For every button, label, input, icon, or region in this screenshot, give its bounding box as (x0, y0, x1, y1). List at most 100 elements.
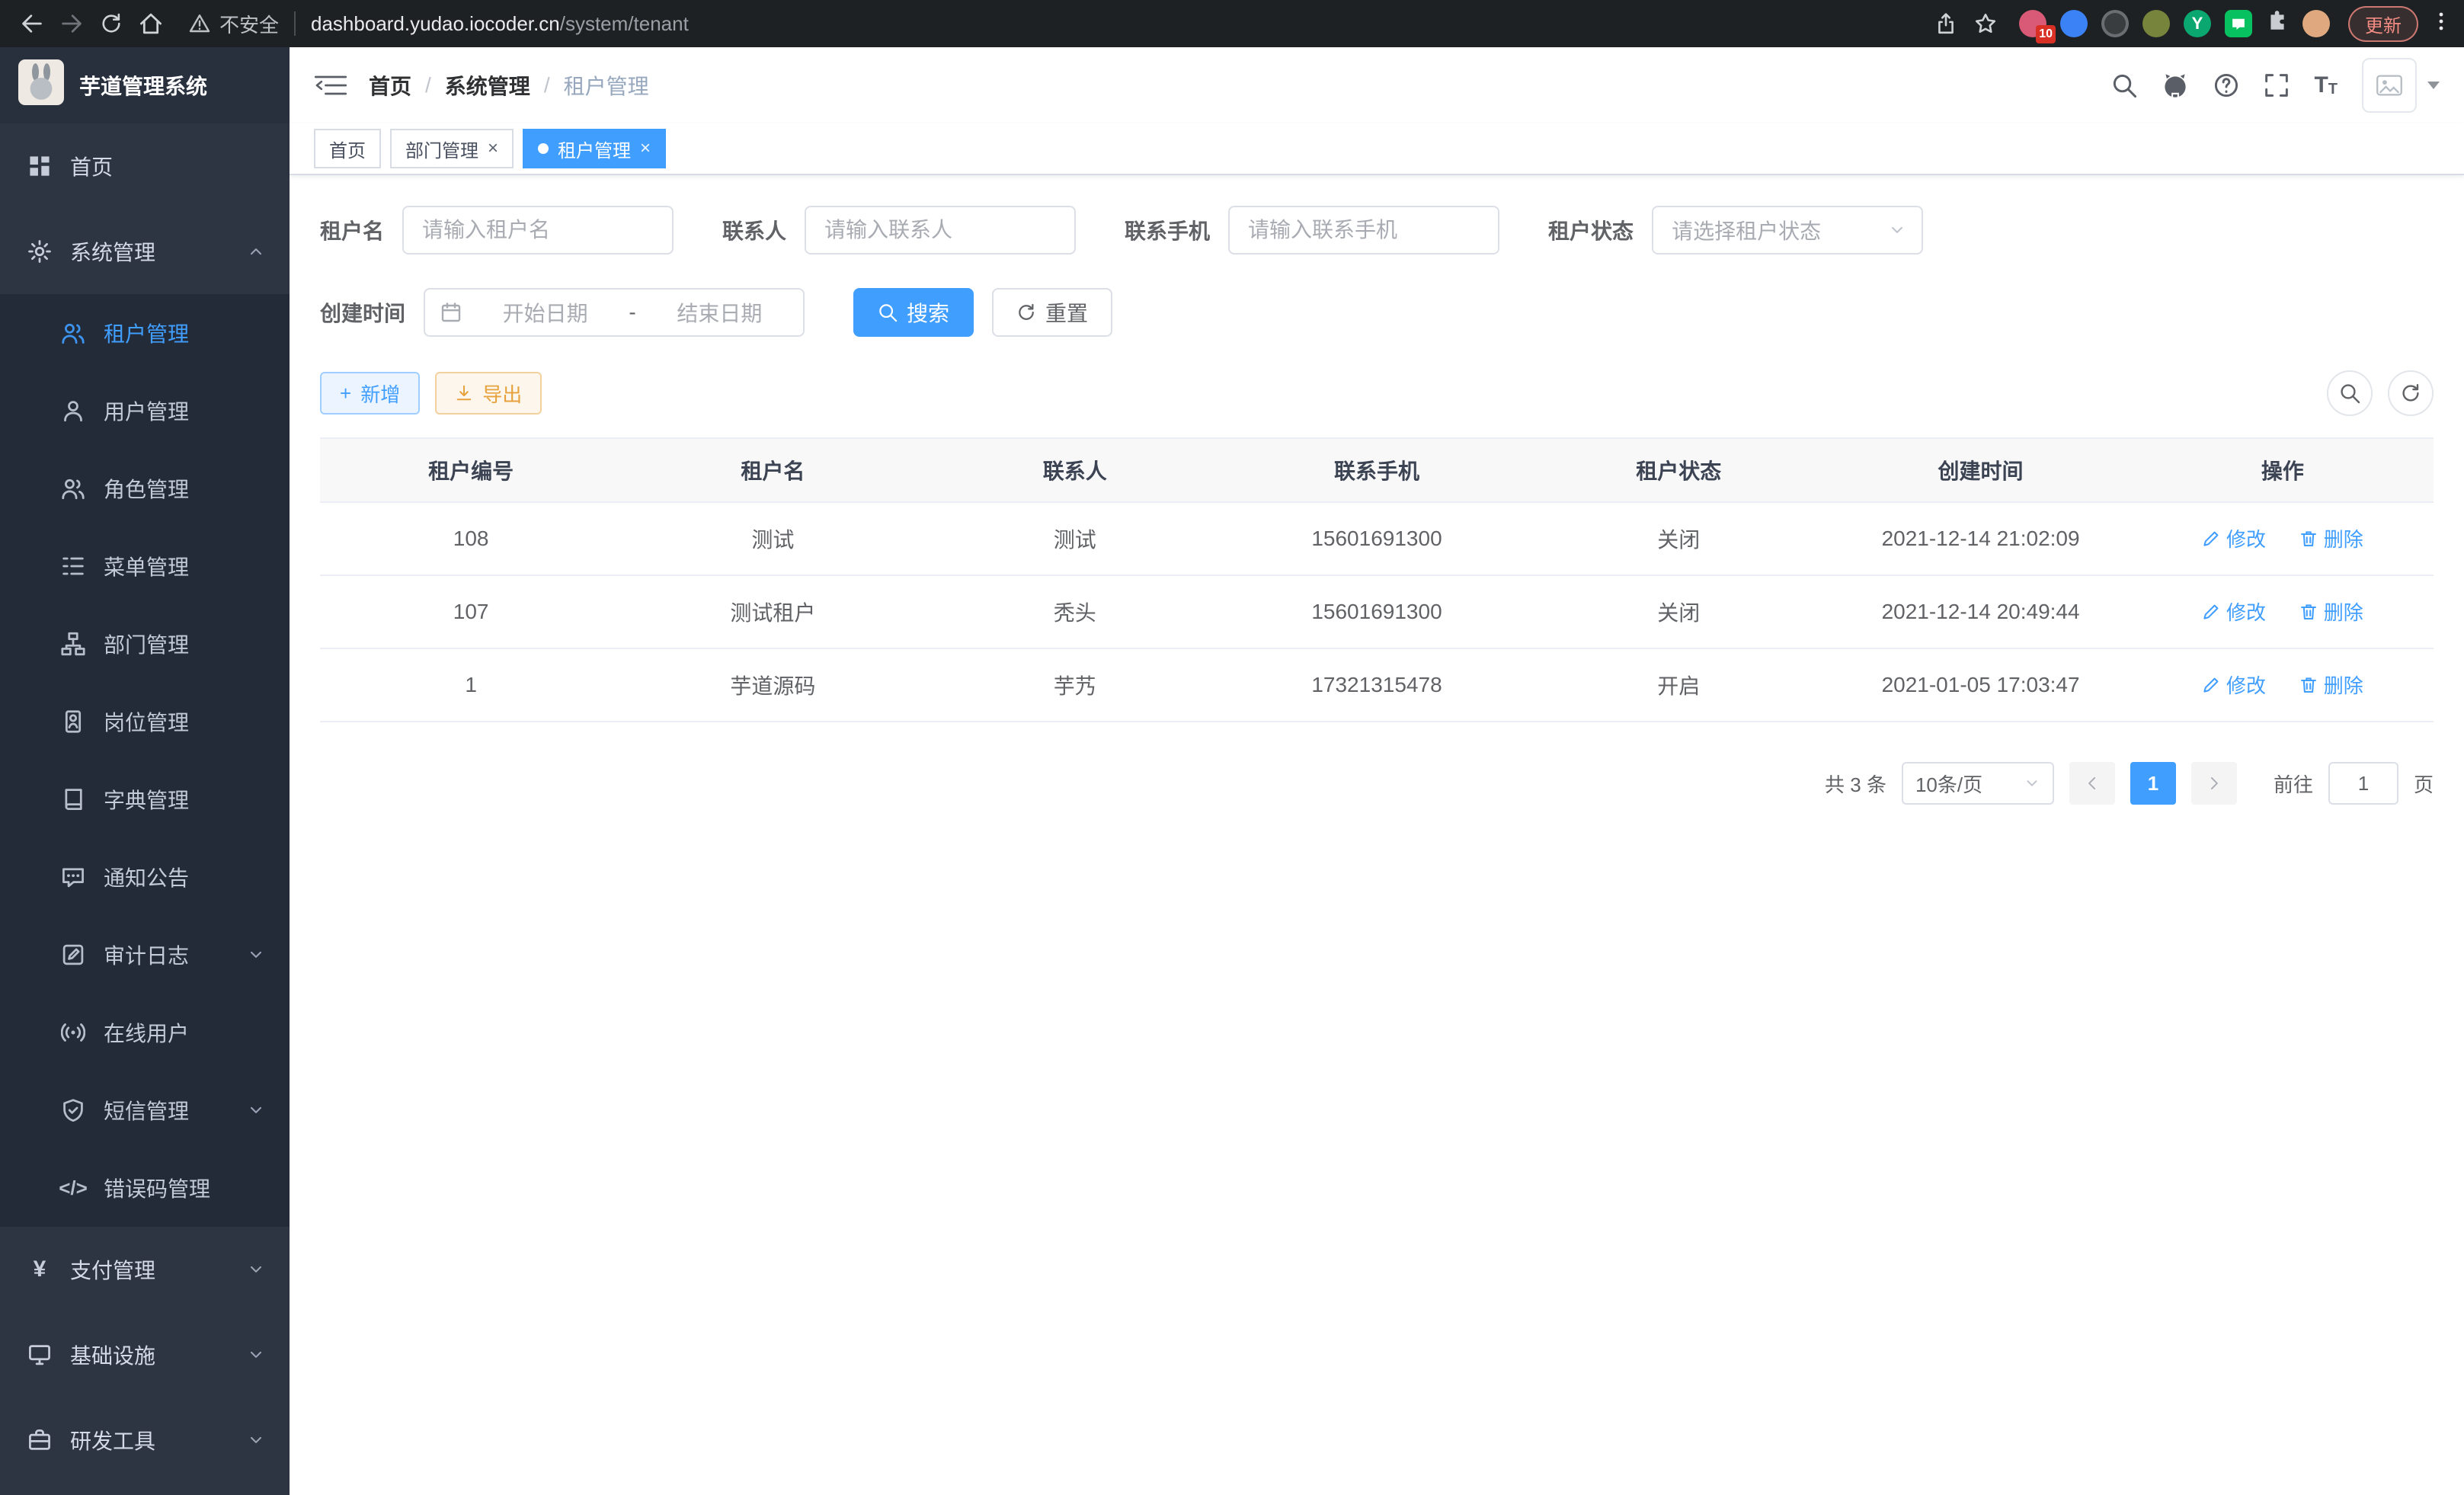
contact-input[interactable] (805, 206, 1076, 255)
sidebar-item-label: 在线用户 (104, 1017, 189, 1048)
site-security-chip[interactable]: 不安全 (189, 10, 279, 38)
cell-tenant-id: 1 (320, 673, 622, 697)
sidebar: 芋道管理系统 首页 系统管理 租户管理 用户管理 角色管理 (0, 47, 290, 1495)
sidebar-item-error-code[interactable]: </> 错误码管理 (0, 1149, 290, 1227)
page-number-button[interactable]: 1 (2130, 762, 2176, 805)
extension-icon-3[interactable] (2101, 10, 2129, 37)
cell-contact: 秃头 (924, 597, 1226, 627)
sidebar-item-tenant[interactable]: 租户管理 (0, 294, 290, 372)
github-icon[interactable] (2162, 72, 2189, 99)
breadcrumb-home[interactable]: 首页 (369, 70, 411, 101)
tab-home[interactable]: 首页 (314, 129, 381, 168)
column-header: 租户状态 (1528, 455, 1829, 485)
sidebar-item-home[interactable]: 首页 (0, 123, 290, 209)
phone-input[interactable] (1228, 206, 1499, 255)
share-icon[interactable] (1926, 4, 1966, 43)
sidebar-item-devtools[interactable]: 研发工具 (0, 1397, 290, 1483)
chevron-down-icon (247, 1260, 265, 1279)
sidebar-item-label: 系统管理 (70, 236, 155, 267)
sidebar-item-role[interactable]: 角色管理 (0, 450, 290, 527)
breadcrumb-separator: / (425, 73, 431, 98)
cell-tenant-name: 测试 (622, 523, 923, 554)
sidebar-item-label: 短信管理 (104, 1095, 189, 1125)
extension-icon-4[interactable] (2142, 10, 2170, 37)
extension-letter: Y (2192, 14, 2203, 34)
date-range-picker[interactable]: 开始日期 - 结束日期 (424, 288, 805, 337)
divider (294, 11, 296, 36)
contact-label: 联系人 (722, 215, 786, 245)
browser-update-button[interactable]: 更新 (2348, 6, 2418, 42)
add-button[interactable]: + 新增 (320, 372, 420, 415)
goto-page-input[interactable] (2328, 762, 2398, 805)
extension-icon-7[interactable] (2302, 10, 2330, 37)
home-icon[interactable] (131, 4, 171, 43)
status-label: 租户状态 (1548, 215, 1634, 245)
status-select[interactable]: 请选择租户状态 (1652, 206, 1923, 255)
user-menu[interactable] (2362, 58, 2440, 113)
sidebar-item-system[interactable]: 系统管理 (0, 209, 290, 294)
browser-menu-icon[interactable] (2430, 11, 2452, 37)
edit-button[interactable]: 修改 (2202, 524, 2266, 552)
font-size-icon[interactable]: TT (2314, 74, 2338, 97)
goto-label: 前往 (2274, 770, 2313, 798)
close-icon[interactable]: × (488, 139, 498, 158)
reset-button[interactable]: 重置 (992, 288, 1112, 337)
sidebar-item-user[interactable]: 用户管理 (0, 372, 290, 450)
bookmark-star-icon[interactable] (1966, 4, 2005, 43)
tenant-name-input[interactable] (402, 206, 674, 255)
edit-button[interactable]: 修改 (2202, 671, 2266, 699)
broadcast-icon (61, 1020, 85, 1045)
search-button[interactable]: 搜索 (853, 288, 974, 337)
sidebar-item-post[interactable]: 岗位管理 (0, 683, 290, 760)
page-size-select[interactable]: 10条/页 (1902, 762, 2054, 805)
delete-button[interactable]: 删除 (2299, 524, 2363, 552)
breadcrumb-section[interactable]: 系统管理 (445, 70, 530, 101)
sidebar-item-infra[interactable]: 基础设施 (0, 1312, 290, 1397)
delete-button[interactable]: 删除 (2299, 597, 2363, 626)
phone-label: 联系手机 (1125, 215, 1210, 245)
app-logo[interactable]: 芋道管理系统 (0, 47, 290, 123)
message-icon (61, 865, 85, 889)
status-select-placeholder: 请选择租户状态 (1672, 215, 1821, 245)
sidebar-item-sms[interactable]: 短信管理 (0, 1071, 290, 1149)
back-icon[interactable] (12, 4, 52, 43)
sidebar-collapse-icon[interactable] (314, 73, 347, 98)
extension-icon-1[interactable]: 10 (2019, 10, 2046, 37)
sidebar-item-menu[interactable]: 菜单管理 (0, 527, 290, 605)
prev-page-button[interactable] (2069, 762, 2115, 805)
close-icon[interactable]: × (640, 139, 651, 158)
export-button[interactable]: 导出 (435, 372, 542, 415)
cell-created: 2021-12-14 21:02:09 (1829, 527, 2131, 551)
extensions-puzzle-icon[interactable] (2266, 10, 2289, 38)
plus-icon: + (340, 382, 351, 405)
delete-button[interactable]: 删除 (2299, 671, 2363, 699)
sidebar-item-audit-log[interactable]: 审计日志 (0, 916, 290, 994)
address-bar[interactable]: dashboard.yudao.iocoder.cn/system/tenant (311, 12, 689, 36)
toggle-search-icon[interactable] (2327, 370, 2373, 416)
column-header: 操作 (2132, 455, 2434, 485)
extension-icon-6[interactable] (2225, 10, 2252, 37)
logo-image (18, 59, 64, 111)
refresh-table-icon[interactable] (2388, 370, 2434, 416)
reload-icon[interactable] (91, 4, 131, 43)
table-row: 108 测试 测试 15601691300 关闭 2021-12-14 21:0… (320, 503, 2434, 576)
cell-status: 关闭 (1528, 523, 1829, 554)
tab-dept[interactable]: 部门管理 × (390, 129, 514, 168)
sidebar-item-notice[interactable]: 通知公告 (0, 838, 290, 916)
sidebar-item-dept[interactable]: 部门管理 (0, 605, 290, 683)
sidebar-item-dict[interactable]: 字典管理 (0, 760, 290, 838)
pagination: 共 3 条 10条/页 1 前往 页 (320, 762, 2434, 805)
help-icon[interactable] (2213, 72, 2239, 98)
extension-icon-2[interactable] (2060, 10, 2088, 37)
sidebar-item-payment[interactable]: ¥ 支付管理 (0, 1227, 290, 1312)
edit-button[interactable]: 修改 (2202, 597, 2266, 626)
tab-tenant[interactable]: 租户管理 × (523, 129, 666, 168)
sidebar-item-label: 字典管理 (104, 784, 189, 815)
extension-icon-5[interactable]: Y (2184, 10, 2211, 37)
forward-icon[interactable] (52, 4, 91, 43)
header-search-icon[interactable] (2111, 72, 2137, 98)
fullscreen-icon[interactable] (2264, 72, 2290, 98)
next-page-button[interactable] (2191, 762, 2237, 805)
chevron-down-icon (1888, 221, 1906, 239)
sidebar-item-online-user[interactable]: 在线用户 (0, 994, 290, 1071)
